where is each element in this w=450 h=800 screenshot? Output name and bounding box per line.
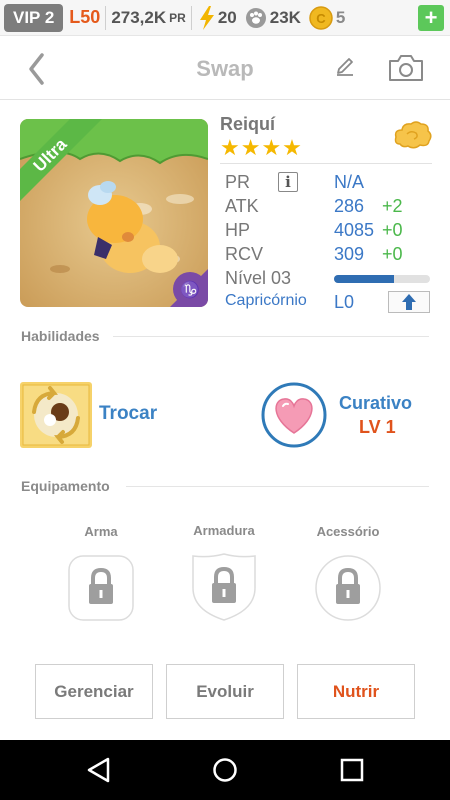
- arrow-up-icon: [402, 294, 416, 310]
- heart-icon[interactable]: [261, 382, 327, 448]
- stat-bonus: +0: [382, 244, 403, 264]
- sign-upgrade-button[interactable]: [388, 291, 430, 313]
- header: Swap: [0, 36, 450, 100]
- power-rating-value: 273,2K: [111, 7, 167, 27]
- paw-counter[interactable]: 23K: [245, 7, 301, 29]
- weapon-slot[interactable]: [68, 555, 134, 626]
- evolve-button[interactable]: Evoluir: [166, 664, 284, 719]
- system-nav-bar: [0, 740, 450, 800]
- stat-bonus: +0: [382, 220, 403, 240]
- passive-name[interactable]: Curativo: [339, 393, 412, 414]
- passive-level: LV 1: [359, 417, 396, 437]
- stat-value: 309: [334, 244, 365, 264]
- slot-label-weapon: Arma: [84, 524, 118, 539]
- divider: [220, 163, 432, 164]
- camera-icon[interactable]: [387, 54, 425, 82]
- svg-text:♑: ♑: [180, 280, 200, 299]
- coin-value: 5: [335, 7, 346, 27]
- divider: [190, 5, 192, 30]
- stat-row-hp: HP 4085 +0: [220, 218, 432, 242]
- slot-label-accessory: Acessório: [316, 524, 380, 539]
- info-icon[interactable]: i: [278, 172, 298, 192]
- skill-name[interactable]: Trocar: [99, 403, 157, 425]
- abilities-section-title: Habilidades: [21, 328, 100, 344]
- stat-row-atk: ATK 286 +2: [220, 194, 432, 218]
- level-label: Nível 03: [225, 268, 292, 288]
- stat-label: ATK: [225, 196, 259, 216]
- stat-label: HP: [225, 220, 251, 240]
- power-rating-unit: PR: [169, 10, 186, 25]
- level-row: Nível 03: [220, 266, 432, 290]
- skill-trocar-icon[interactable]: [20, 382, 92, 448]
- feed-button[interactable]: Nutrir: [297, 664, 415, 719]
- nav-recents-icon[interactable]: [339, 757, 365, 783]
- energy-counter[interactable]: 20: [199, 5, 237, 30]
- cloud-element-icon: [394, 121, 432, 149]
- vip-badge[interactable]: VIP 2: [4, 3, 64, 32]
- nav-home-icon[interactable]: [212, 757, 238, 783]
- stat-row-pr: PR i N/A: [220, 170, 432, 194]
- stat-value: 286: [334, 196, 365, 216]
- pencil-icon[interactable]: [334, 56, 356, 78]
- level-progress-bar: [334, 275, 430, 283]
- accessory-slot[interactable]: [315, 555, 381, 626]
- page-title: Swap: [196, 56, 254, 81]
- sign-row: Capricórnio L0: [220, 290, 432, 314]
- coin-icon: C: [309, 5, 333, 30]
- player-level: L50: [69, 7, 101, 27]
- svg-text:C: C: [316, 11, 326, 26]
- stat-bonus: +2: [382, 196, 403, 216]
- equipment-section-title: Equipamento: [21, 478, 110, 494]
- monster-portrait[interactable]: Ultra ♑: [20, 119, 208, 307]
- manage-button[interactable]: Gerenciar: [35, 664, 153, 719]
- nav-back-icon[interactable]: [86, 757, 112, 783]
- lightning-icon: [199, 5, 214, 30]
- add-currency-button[interactable]: +: [418, 5, 444, 31]
- coin-counter[interactable]: C 5: [309, 5, 346, 30]
- sign-level: L0: [334, 292, 355, 312]
- paw-value: 23K: [269, 7, 301, 27]
- zodiac-sign-label[interactable]: Capricórnio: [225, 292, 307, 310]
- monster-info-panel: Reiquí ★★★★ PR i N/A ATK 286 +2 HP 4085 …: [220, 114, 432, 314]
- level-progress-fill: [334, 275, 394, 283]
- stat-row-rcv: RCV 309 +0: [220, 242, 432, 266]
- slot-label-armor: Armadura: [193, 523, 255, 538]
- stat-label: PR: [225, 172, 251, 192]
- paw-icon: [245, 7, 266, 28]
- energy-value: 20: [217, 7, 237, 27]
- armor-slot[interactable]: [191, 552, 257, 627]
- stat-value: N/A: [334, 172, 365, 192]
- divider: [113, 336, 429, 337]
- divider: [126, 486, 429, 487]
- divider: [105, 5, 107, 30]
- stat-label: RCV: [225, 244, 264, 264]
- stat-value: 4085: [334, 220, 375, 240]
- status-bar: VIP 2 L50 273,2K PR 20 23K C 5 +: [0, 0, 450, 36]
